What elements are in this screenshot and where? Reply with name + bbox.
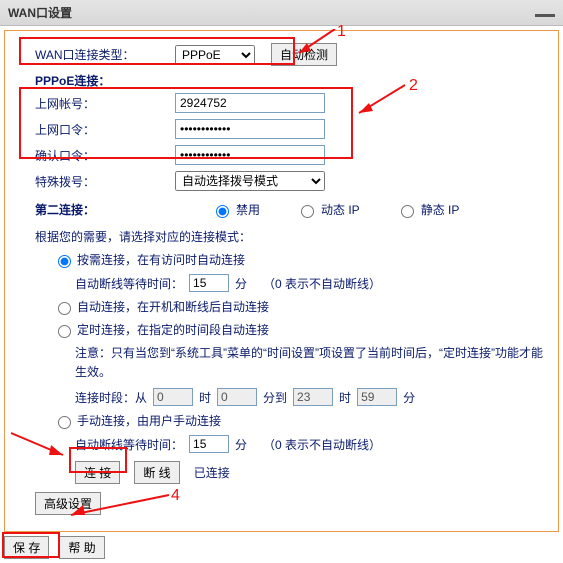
mode-opt-ondemand[interactable]: 按需连接，在有访问时自动连接 [53, 251, 544, 268]
wait-input-b[interactable] [189, 435, 229, 453]
footer-row: 保 存 帮 助 [4, 536, 559, 559]
mode-opt-timed[interactable]: 定时连接，在指定的时间段自动连接 [53, 321, 544, 338]
period-m1 [217, 388, 257, 406]
special-select[interactable]: 自动选择拨号模式 [175, 171, 325, 191]
advanced-button[interactable]: 高级设置 [35, 492, 101, 515]
special-label: 特殊拨号： [35, 173, 175, 190]
wait-input-a[interactable] [189, 274, 229, 292]
account-label: 上网帐号： [35, 95, 175, 112]
pppoe-title: PPPoE连接： [35, 72, 544, 89]
action-row: 连 接 断 线 已连接 [75, 461, 544, 484]
confirm-label: 确认口令： [35, 147, 175, 164]
period-m2 [357, 388, 397, 406]
save-button[interactable]: 保 存 [4, 536, 49, 559]
mode-opt-auto[interactable]: 自动连接，在开机和断线后自动连接 [53, 298, 544, 315]
account-row: 上网帐号： [35, 93, 544, 113]
wan-type-label: WAN口连接类型： [35, 46, 175, 63]
period-h1 [153, 388, 193, 406]
title-bar: WAN口设置 [0, 0, 563, 26]
wait-row-a: 自动断线等待时间： 分 （0 表示不自动断线） [75, 274, 544, 292]
confirm-row: 确认口令： [35, 145, 544, 165]
confirm-input[interactable] [175, 145, 325, 165]
account-input[interactable] [175, 93, 325, 113]
second-conn-label: 第二连接： [35, 201, 175, 218]
wan-type-select[interactable]: PPPoE [175, 45, 255, 65]
second-opt-static[interactable]: 静态 IP [396, 201, 460, 218]
disconnect-button[interactable]: 断 线 [134, 461, 179, 484]
mode-desc: 根据您的需要，请选择对应的连接模式： [35, 228, 544, 245]
content-panel: WAN口连接类型： PPPoE 自动检测 PPPoE连接： 上网帐号： 上网口令… [4, 30, 559, 532]
advanced-row: 高级设置 [35, 492, 544, 515]
wan-type-row: WAN口连接类型： PPPoE 自动检测 [35, 43, 544, 66]
special-row: 特殊拨号： 自动选择拨号模式 [35, 171, 544, 191]
timed-note: 注意：只有当您到“系统工具”菜单的“时间设置”项设置了当前时间后，“定时连接”功… [75, 344, 544, 382]
connect-button[interactable]: 连 接 [75, 461, 120, 484]
period-row: 连接时段：从 时 分到 时 分 [75, 388, 544, 406]
status-text: 已连接 [194, 464, 230, 481]
auto-detect-button[interactable]: 自动检测 [271, 43, 337, 66]
minimize-icon[interactable] [535, 9, 555, 17]
second-opt-disable[interactable]: 禁用 [211, 201, 260, 218]
wait-row-b: 自动断线等待时间： 分 （0 表示不自动断线） [75, 435, 544, 453]
period-h2 [293, 388, 333, 406]
second-conn-row: 第二连接： 禁用 动态 IP 静态 IP [35, 201, 544, 218]
password-row: 上网口令： [35, 119, 544, 139]
password-input[interactable] [175, 119, 325, 139]
mode-options: 按需连接，在有访问时自动连接 自动断线等待时间： 分 （0 表示不自动断线） 自… [53, 251, 544, 484]
window-title: WAN口设置 [8, 4, 72, 21]
help-button[interactable]: 帮 助 [59, 536, 104, 559]
mode-opt-manual[interactable]: 手动连接，由用户手动连接 [53, 412, 544, 429]
second-opt-dynamic[interactable]: 动态 IP [296, 201, 360, 218]
password-label: 上网口令： [35, 121, 175, 138]
